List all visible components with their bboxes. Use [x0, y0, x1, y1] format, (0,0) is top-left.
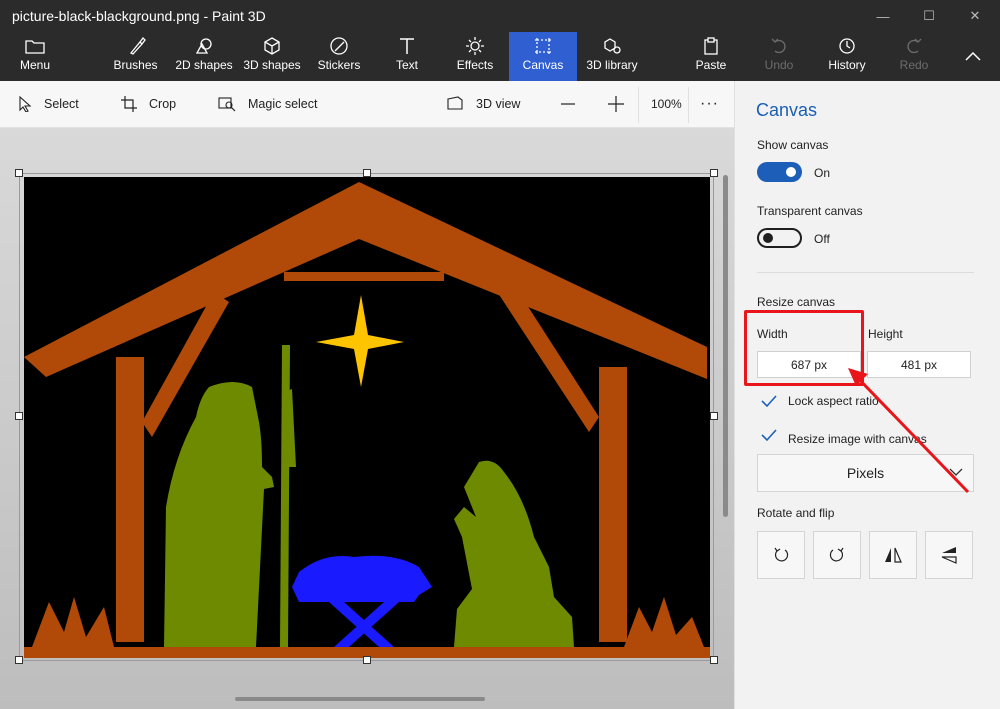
tool-3d-library[interactable]: 3D library [582, 36, 642, 78]
flip-horizontal-icon [941, 547, 957, 564]
zoom-level[interactable]: 100% [651, 93, 682, 115]
undo-icon [769, 36, 789, 56]
select-arrow-icon [19, 96, 32, 112]
minimize-button[interactable]: — [860, 0, 906, 32]
horizontal-scrollbar[interactable] [235, 697, 485, 701]
show-canvas-label: Show canvas [757, 138, 829, 152]
resize-handle[interactable] [710, 169, 718, 177]
resize-handle[interactable] [710, 412, 718, 420]
divider [757, 272, 974, 273]
brush-icon [126, 36, 146, 56]
text-icon [397, 36, 417, 56]
paste-button[interactable]: Paste [690, 36, 732, 78]
tool-text[interactable]: Text [385, 36, 429, 78]
title-bar: picture-black-blackground.png - Paint 3D… [0, 0, 1000, 32]
tool-3d-shapes[interactable]: 3D shapes [240, 36, 304, 78]
zoom-out-button[interactable] [560, 93, 588, 115]
sun-icon [465, 36, 485, 56]
panel-title: Canvas [756, 100, 818, 120]
redo-icon [904, 36, 924, 56]
magic-select-button[interactable]: Magic select [218, 93, 317, 115]
tool-brushes[interactable]: Brushes [108, 36, 163, 78]
units-dropdown[interactable]: Pixels [757, 454, 974, 492]
crop-icon [121, 96, 137, 112]
sticker-icon [329, 36, 349, 56]
resize-image-label: Resize image with canvas [788, 432, 927, 446]
more-options-icon[interactable]: ··· [700, 93, 719, 115]
paste-icon [701, 36, 721, 56]
select-button[interactable]: Select [18, 93, 79, 115]
flip-horizontal-button[interactable] [925, 531, 973, 579]
height-label: Height [868, 327, 903, 341]
rotate-right-icon [829, 547, 844, 562]
history-icon [837, 36, 857, 56]
chevron-down-icon [949, 468, 963, 476]
view-3d-icon [447, 96, 463, 110]
ribbon: picture-black-blackground.png - Paint 3D… [0, 0, 1000, 81]
resize-canvas-label: Resize canvas [757, 295, 836, 309]
window-title: picture-black-blackground.png - Paint 3D [12, 8, 266, 24]
resize-handle[interactable] [710, 656, 718, 664]
flip-vertical-icon [885, 547, 902, 563]
folder-icon [25, 36, 45, 56]
cube-icon [262, 36, 282, 56]
crop-icon [533, 36, 553, 56]
shapes-2d-icon [194, 36, 214, 56]
height-input[interactable]: 481 px [867, 351, 971, 378]
show-canvas-toggle[interactable] [757, 162, 802, 182]
resize-handle[interactable] [363, 169, 371, 177]
transparent-canvas-state: Off [814, 232, 830, 246]
canvas-image[interactable] [24, 177, 710, 658]
minus-icon [561, 103, 575, 105]
history-button[interactable]: History [824, 36, 870, 78]
plus-icon [608, 96, 624, 112]
canvas-panel: Canvas Show canvas On Transparent canvas… [734, 81, 1000, 709]
close-button[interactable]: ✕ [952, 0, 998, 32]
resize-handle[interactable] [15, 169, 23, 177]
toggle-knob [763, 233, 773, 243]
highlight-rectangle [744, 310, 864, 386]
rotate-left-icon [774, 547, 789, 562]
tool-effects[interactable]: Effects [451, 36, 499, 78]
vertical-scrollbar[interactable] [723, 175, 728, 517]
crop-button[interactable]: Crop [121, 93, 176, 115]
rotate-flip-label: Rotate and flip [757, 506, 835, 520]
view-3d-button[interactable]: 3D view [446, 93, 520, 115]
zoom-in-button[interactable] [607, 93, 637, 115]
checkmark-icon [761, 395, 777, 408]
toggle-knob [786, 167, 796, 177]
undo-button[interactable]: Undo [760, 36, 798, 78]
magic-select-icon [218, 97, 236, 112]
resize-image-checkbox[interactable] [758, 424, 780, 446]
resize-handle[interactable] [363, 656, 371, 664]
flip-vertical-button[interactable] [869, 531, 917, 579]
rotate-right-button[interactable] [813, 531, 861, 579]
tool-2d-shapes[interactable]: 2D shapes [172, 36, 236, 78]
maximize-button[interactable]: ☐ [906, 0, 952, 32]
library-icon [602, 36, 622, 56]
lock-aspect-checkbox[interactable] [758, 390, 780, 412]
checkmark-icon [761, 429, 777, 442]
redo-button[interactable]: Redo [896, 36, 932, 78]
rotate-left-button[interactable] [757, 531, 805, 579]
tool-canvas[interactable]: Canvas [509, 32, 577, 81]
canvas-toolbar: Select Crop Magic select 3D view 100% ··… [0, 81, 734, 128]
menu-button[interactable]: Menu [10, 36, 60, 78]
divider [638, 87, 639, 123]
show-canvas-state: On [814, 166, 831, 180]
tool-stickers[interactable]: Stickers [313, 36, 365, 78]
nativity-scene-image [24, 182, 710, 658]
resize-handle[interactable] [15, 656, 23, 664]
transparent-canvas-toggle[interactable] [757, 228, 802, 248]
transparent-canvas-label: Transparent canvas [757, 204, 863, 218]
divider [688, 87, 689, 123]
resize-handle[interactable] [15, 412, 23, 420]
lock-aspect-label: Lock aspect ratio [788, 394, 879, 408]
chevron-up-icon [964, 46, 982, 66]
